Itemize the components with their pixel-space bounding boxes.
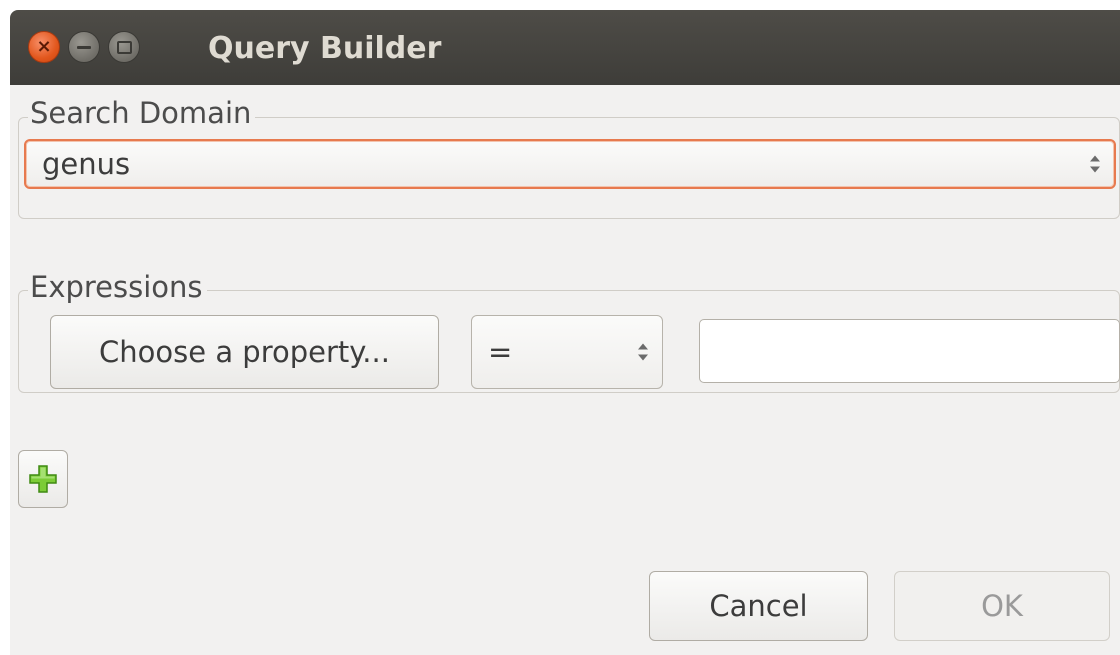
expressions-legend: Expressions xyxy=(28,271,207,303)
dialog-body: Search Domain genus Expressions Choose a… xyxy=(10,85,1120,655)
search-domain-legend: Search Domain xyxy=(28,97,256,129)
minimize-icon xyxy=(69,32,99,62)
updown-arrows-icon xyxy=(1090,155,1100,173)
maximize-button[interactable] xyxy=(108,31,140,63)
expression-value-input[interactable] xyxy=(699,319,1120,383)
ok-button: OK xyxy=(894,571,1110,641)
cancel-button[interactable]: Cancel xyxy=(649,571,868,641)
maximize-icon xyxy=(109,32,139,62)
cancel-label: Cancel xyxy=(709,589,808,623)
search-domain-value: genus xyxy=(42,147,131,181)
add-expression-button[interactable] xyxy=(18,450,68,508)
close-button[interactable]: × xyxy=(28,31,60,63)
operator-value: = xyxy=(488,335,513,369)
title-bar[interactable]: × Query Builder xyxy=(10,10,1120,85)
choose-property-button[interactable]: Choose a property... xyxy=(50,315,439,389)
search-domain-select[interactable]: genus xyxy=(24,139,1116,189)
ok-label: OK xyxy=(981,589,1023,623)
window-title: Query Builder xyxy=(208,31,442,66)
plus-icon xyxy=(29,465,57,493)
minimize-button[interactable] xyxy=(68,31,100,63)
updown-arrows-icon xyxy=(638,343,648,361)
operator-select[interactable]: = xyxy=(471,315,663,389)
close-icon: × xyxy=(36,36,52,57)
choose-property-label: Choose a property... xyxy=(99,335,390,369)
